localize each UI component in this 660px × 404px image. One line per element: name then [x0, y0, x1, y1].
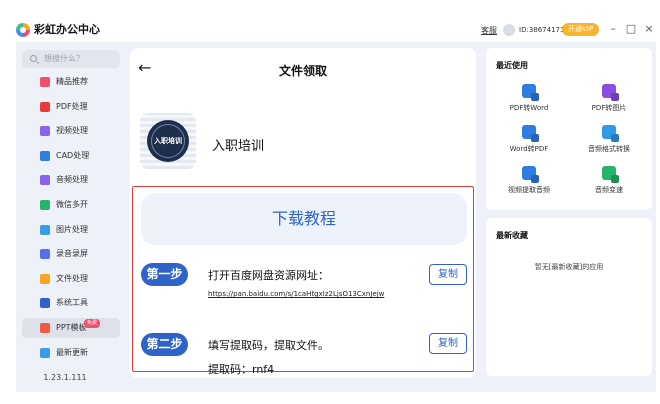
- favorites-empty-text: 暂无[最新收藏]的应用: [534, 263, 604, 271]
- sidebar-item-gear[interactable]: 系统工具: [22, 293, 120, 313]
- sidebar-item-label: PPT模板: [56, 323, 87, 332]
- tool-word-to-pdf[interactable]: Word转PDF: [489, 125, 569, 154]
- tool-pdf-to-word[interactable]: PDF转Word: [489, 84, 569, 113]
- copy-code-button[interactable]: 复制: [429, 333, 467, 354]
- course-thumbnail: 入职培训: [140, 113, 196, 169]
- tool-label: PDF转图片: [591, 104, 627, 112]
- free-badge: 免费: [84, 319, 101, 328]
- page-title: 文件领取: [278, 64, 327, 78]
- favorites-title: 最新收藏: [496, 231, 528, 240]
- tool-label: 视频提取音频: [508, 186, 550, 194]
- update-icon: [40, 347, 50, 358]
- sidebar-item-star[interactable]: 精品推荐: [22, 72, 120, 92]
- thumbnail-title: 入职培训: [154, 137, 182, 145]
- ppt-icon: [40, 323, 50, 333]
- gear-icon: [40, 298, 50, 309]
- audio-speed-icon: [602, 166, 616, 180]
- recent-title: 最近使用: [496, 61, 528, 70]
- search-placeholder: 想搜什么？: [44, 54, 84, 63]
- sidebar-item-label: 精品推荐: [56, 77, 88, 86]
- sidebar-item-update[interactable]: 最新更新: [22, 343, 120, 363]
- tool-label: 音频格式转换: [588, 145, 630, 153]
- star-icon: [40, 77, 50, 87]
- sidebar-item-ppt[interactable]: PPT模板 免费: [22, 318, 120, 338]
- music-icon: [40, 175, 50, 186]
- sidebar-item-label: 图片处理: [56, 224, 88, 234]
- favorites-card: 最新收藏 暂无[最新收藏]的应用: [486, 218, 652, 376]
- sidebar-item-label: 音频处理: [56, 175, 88, 185]
- search-input[interactable]: 想搜什么？: [22, 50, 120, 68]
- tool-label: PDF转Word: [509, 104, 549, 112]
- tool-audio-speed[interactable]: 音频变速: [569, 166, 649, 195]
- sidebar-item-folder[interactable]: 文件处理: [22, 269, 120, 289]
- search-icon: [30, 55, 37, 62]
- close-icon[interactable]: ×: [642, 22, 656, 36]
- sidebar-item-image[interactable]: 图片处理: [22, 220, 120, 240]
- recent-tools-card: 最近使用 PDF转Word PDF转图片 Word转PDF 音频格式转换视频提取音频 音…: [486, 48, 652, 210]
- sidebar-item-label: 文件处理: [56, 273, 88, 283]
- tool-video-extract-audio[interactable]: 视频提取音频: [489, 166, 569, 195]
- sidebar-item-wechat[interactable]: 微信多开: [22, 195, 120, 215]
- avatar[interactable]: [503, 24, 515, 36]
- pdf-icon: [40, 101, 50, 112]
- tool-audio-convert[interactable]: 音频格式转换: [569, 125, 649, 154]
- sidebar-item-music[interactable]: 音频处理: [22, 170, 120, 190]
- wechat-icon: [40, 200, 50, 210]
- pdf-to-image-icon: [602, 84, 616, 98]
- copy-link-button[interactable]: 复制: [429, 264, 467, 285]
- sidebar-item-label: 视频处理: [56, 126, 88, 136]
- sidebar-item-pdf[interactable]: PDF处理: [22, 97, 120, 117]
- audio-convert-icon: [602, 125, 616, 139]
- file-receive-panel: ← 文件领取 入职培训 入职培训 下载教程 第一步 打开百度网盘资源网址： ht…: [130, 48, 476, 378]
- sidebar-item-label: 最新更新: [56, 347, 88, 357]
- download-tutorial-button[interactable]: 下载教程: [141, 193, 467, 245]
- tool-label: 音频变速: [595, 186, 623, 194]
- sidebar-item-label: 录音录屏: [56, 249, 88, 259]
- tool-pdf-to-image[interactable]: PDF转图片: [569, 84, 649, 113]
- image-icon: [40, 224, 50, 235]
- step-one-text: 打开百度网盘资源网址：: [208, 269, 329, 282]
- sidebar-item-label: CAD处理: [56, 150, 90, 160]
- sidebar-item-video[interactable]: 视频处理: [22, 121, 120, 141]
- folder-icon: [40, 273, 50, 284]
- maximize-icon[interactable]: □: [624, 22, 638, 36]
- sidebar-item-label: 系统工具: [56, 298, 88, 308]
- app-title: 彩虹办公中心: [34, 23, 100, 36]
- video-icon: [40, 126, 50, 137]
- sidebar-item-label: 微信多开: [56, 200, 88, 209]
- extract-code-text: 提取码：rnf4: [208, 363, 275, 376]
- sidebar-item-label: PDF处理: [56, 101, 88, 111]
- customer-service-link[interactable]: 客服: [481, 25, 497, 36]
- version-label: 1.23.1.111: [43, 373, 87, 382]
- user-id: ID:38674171: [519, 26, 565, 34]
- tool-label: Word转PDF: [509, 145, 549, 153]
- open-vip-button[interactable]: 开通VIP: [562, 23, 600, 36]
- minimize-icon[interactable]: –: [606, 22, 620, 36]
- video-extract-audio-icon: [522, 166, 536, 180]
- baidu-pan-link[interactable]: https://pan.baidu.com/s/1caHtgxIz2LjsO13…: [208, 290, 384, 298]
- step-two-text: 填写提取码，提取文件。: [208, 339, 329, 352]
- step-two-badge: 第二步: [141, 333, 188, 356]
- course-name: 入职培训: [212, 139, 265, 154]
- pdf-to-word-icon: [522, 84, 536, 98]
- record-icon: [40, 249, 50, 260]
- word-to-pdf-icon: [522, 125, 536, 139]
- sidebar-item-record[interactable]: 录音录屏: [22, 244, 120, 264]
- sidebar: 想搜什么？ 精品推荐 PDF处理视频处理 CAD处理音频处理微信多开图片处理录音录屏…: [16, 42, 124, 392]
- rainbow-logo-icon: [16, 23, 30, 37]
- download-section: 下载教程 第一步 打开百度网盘资源网址： https://pan.baidu.c…: [132, 186, 474, 376]
- title-bar: 彩虹办公中心 客服 ID:38674171 开通VIP – □ ×: [0, 0, 660, 40]
- sidebar-item-cad[interactable]: CAD处理: [22, 146, 120, 166]
- cad-icon: [40, 150, 50, 161]
- step-one-badge: 第一步: [141, 263, 188, 286]
